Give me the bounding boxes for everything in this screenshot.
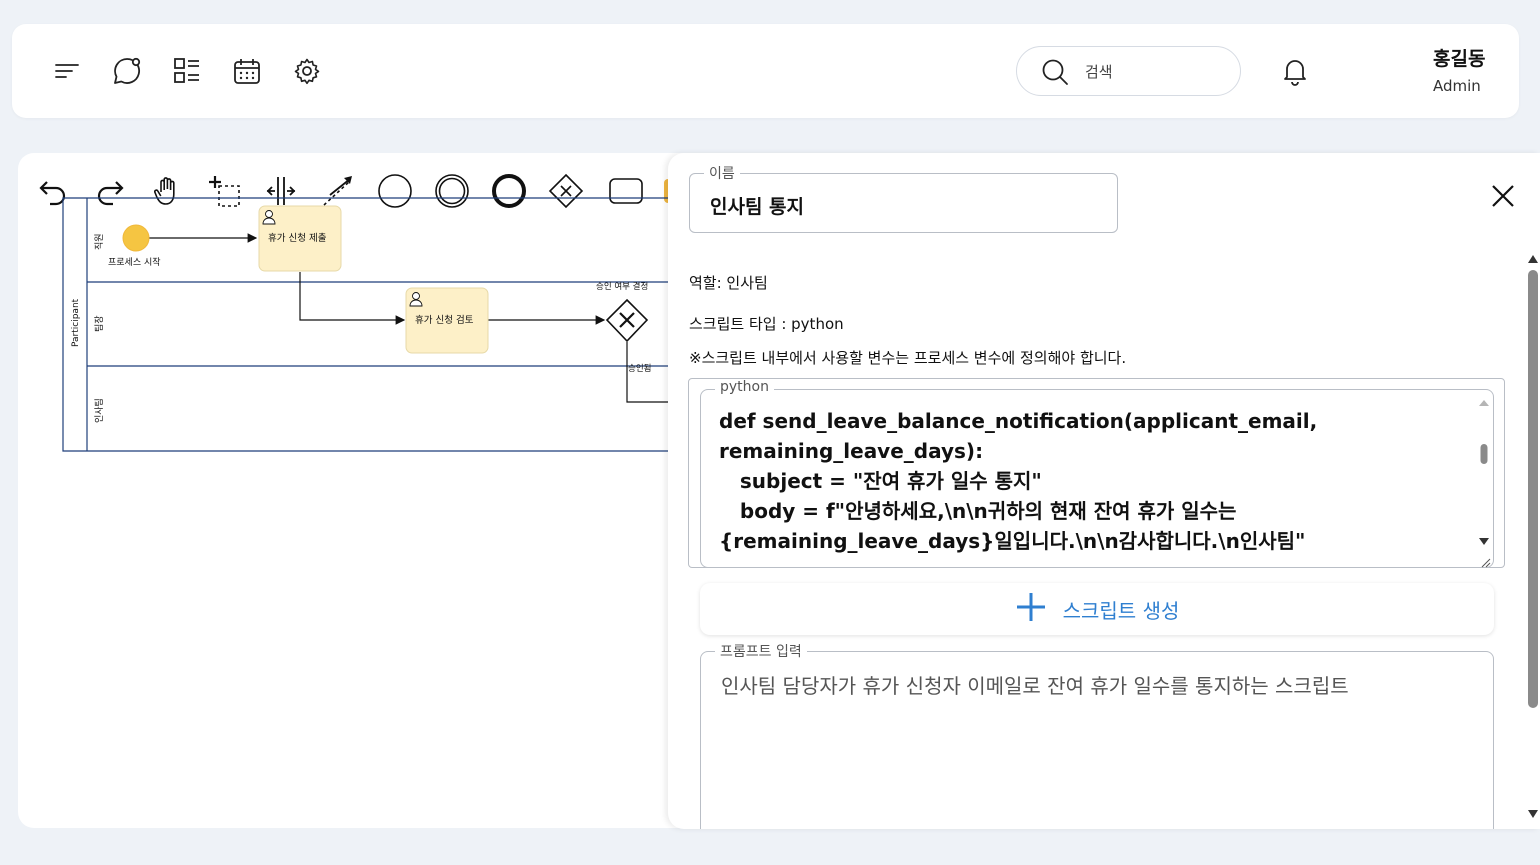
dashboard-list-icon[interactable] xyxy=(172,56,202,86)
plus-icon xyxy=(1015,591,1047,627)
search-icon xyxy=(1041,58,1069,90)
prompt-input-field[interactable]: 프롬프트 입력 인사팀 담당자가 휴가 신청자 이메일로 잔여 휴가 일수를 통… xyxy=(700,641,1494,829)
name-field-value[interactable]: 인사팀 통지 xyxy=(710,192,804,219)
script-variable-note: ※스크립트 내부에서 사용할 변수는 프로세스 변수에 정의해야 합니다. xyxy=(689,349,1127,367)
prompt-input-value[interactable]: 인사팀 담당자가 휴가 신청자 이메일로 잔여 휴가 일수를 통지하는 스크립트 xyxy=(721,670,1349,699)
resize-handle-icon[interactable] xyxy=(1479,553,1491,568)
bpmn-diagram[interactable]: Participant 직원 팀장 인사팀 프로세스 시작 휴가 신청 제출 휴… xyxy=(18,153,668,463)
calendar-icon[interactable] xyxy=(232,56,262,86)
properties-panel: 이름 인사팀 통지 역할: 인사팀 스크립트 타입 : python ※스크립트… xyxy=(668,153,1540,829)
start-event-label: 프로세스 시작 xyxy=(108,257,161,268)
user-role: Admin xyxy=(1433,77,1481,95)
lane-label-manager: 팀장 xyxy=(93,315,105,332)
close-icon[interactable] xyxy=(1488,181,1518,211)
start-event[interactable] xyxy=(122,224,150,252)
generate-script-label: 스크립트 생성 xyxy=(1062,598,1180,623)
pool-label: Participant xyxy=(71,298,81,347)
lane-label-hr: 인사팀 xyxy=(93,398,105,423)
code-scrollbar[interactable] xyxy=(1479,398,1489,548)
role-text: 역할: 인사팀 xyxy=(689,274,768,292)
menu-icon[interactable] xyxy=(52,56,82,86)
name-field-label: 이름 xyxy=(704,163,740,183)
search-input[interactable] xyxy=(1085,60,1225,84)
task-submit-label: 휴가 신청 제출 xyxy=(268,233,327,244)
notification-bell-icon[interactable] xyxy=(1280,56,1310,90)
prompt-input-label: 프롬프트 입력 xyxy=(715,641,807,661)
flow-approved-label: 승인됨 xyxy=(628,363,651,374)
user-name[interactable]: 홍길동 xyxy=(1433,44,1485,71)
script-code-editor[interactable]: python def send_leave_balance_notificati… xyxy=(700,379,1494,568)
task-review-label: 휴가 신청 검토 xyxy=(415,314,474,326)
script-code-text[interactable]: def send_leave_balance_notification(appl… xyxy=(719,406,1459,556)
search-box[interactable] xyxy=(1016,46,1241,96)
generate-script-button[interactable]: 스크립트 생성 xyxy=(700,583,1494,635)
panel-scrollbar[interactable] xyxy=(1526,253,1540,823)
chat-icon[interactable] xyxy=(112,56,142,86)
settings-gear-icon[interactable] xyxy=(292,56,322,86)
lane-label-employee: 직원 xyxy=(94,233,105,250)
exclusive-gateway[interactable] xyxy=(605,298,649,343)
gateway-label: 승인 여부 결정 xyxy=(596,281,648,292)
script-type-text: 스크립트 타입 : python xyxy=(689,315,844,333)
name-field[interactable]: 이름 인사팀 통지 xyxy=(689,163,1118,233)
